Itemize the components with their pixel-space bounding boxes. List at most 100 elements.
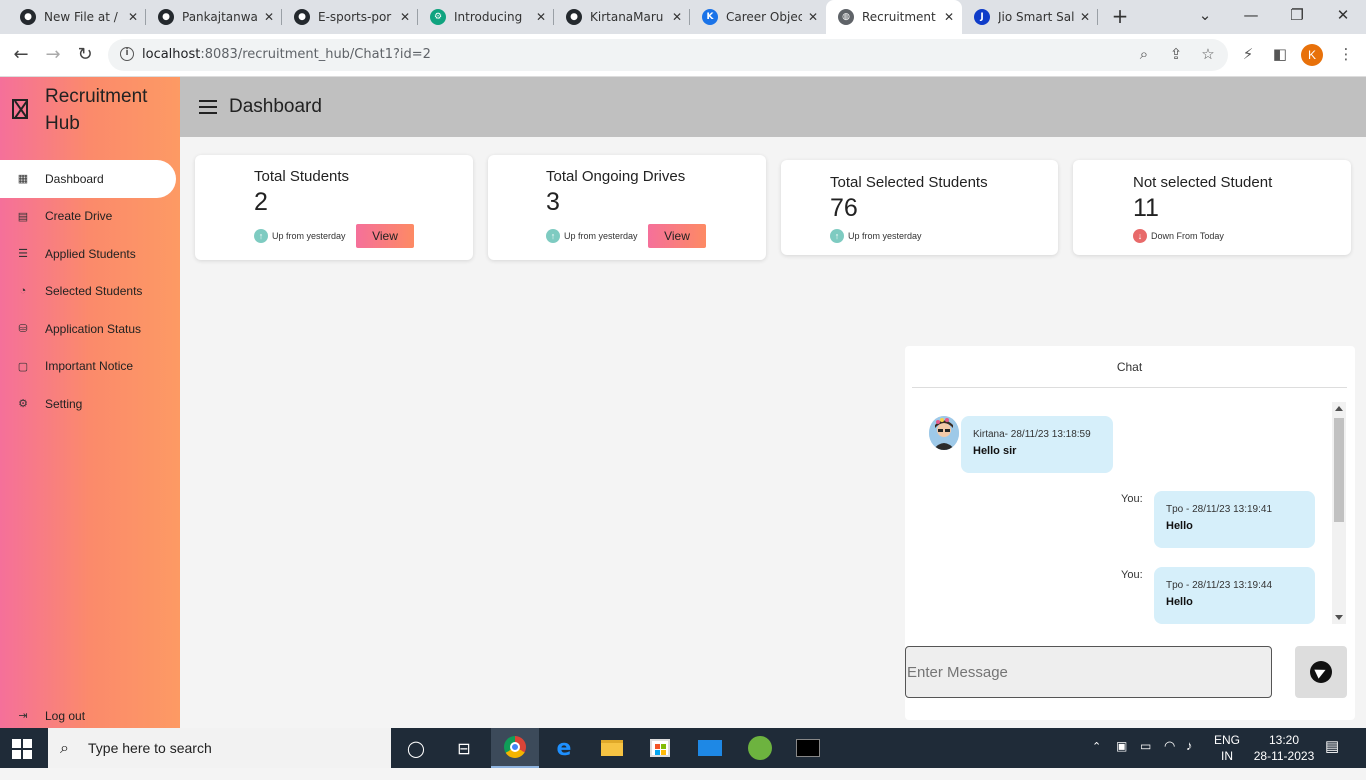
view-drives-button[interactable]: View [648, 224, 706, 248]
chrome-icon[interactable] [491, 728, 539, 768]
browser-tab-1[interactable]: ● New File at / ✕ [8, 0, 146, 34]
forward-icon[interactable]: → [40, 42, 66, 68]
clock[interactable]: 13:20 28-11-2023 [1248, 732, 1320, 772]
browser-tab-4[interactable]: ⚙ Introducing ✕ [418, 0, 554, 34]
scroll-down-icon[interactable] [1335, 615, 1343, 620]
tray-chevron-icon[interactable]: ⌃ [1092, 740, 1101, 780]
hamburger-menu-icon[interactable] [199, 100, 217, 114]
card-value: 3 [546, 188, 560, 216]
card-trend: ↑ Up from yesterday [254, 229, 346, 243]
tab-title: Jio Smart Sal [998, 10, 1074, 24]
sidebar-item-dashboard[interactable]: ▦ Dashboard [0, 160, 176, 198]
extensions-icon[interactable]: ⚡ [1237, 43, 1259, 65]
chat-scrollbar[interactable] [1332, 402, 1346, 624]
github-icon: ● [158, 9, 174, 25]
browser-tab-8[interactable]: J Jio Smart Sal ✕ [962, 0, 1098, 34]
scrollbar-thumb[interactable] [1334, 418, 1344, 522]
sidebar-nav: ▦ Dashboard ▤ Create Drive ☰ Applied Studen… [0, 160, 180, 423]
close-icon[interactable]: ✕ [672, 10, 682, 24]
windows-taskbar: ⌕ Type here to search ◯ ⊟ e ⌃ ▣ ▭ ◠ ♪ EN… [0, 728, 1366, 768]
card-title: Total Ongoing Drives [546, 168, 686, 185]
notifications-icon[interactable]: ▤ [1325, 737, 1339, 777]
tray-app-icon[interactable]: ▣ [1116, 739, 1127, 779]
list-icon: ☰ [18, 248, 28, 261]
sidebar: Recruitment Hub ▦ Dashboard ▤ Create Drive … [0, 77, 180, 728]
close-icon[interactable]: ✕ [536, 10, 546, 24]
share-icon[interactable]: ⇪ [1165, 43, 1187, 65]
database-icon: ⛁ [18, 323, 28, 336]
close-icon[interactable]: ✕ [944, 10, 954, 24]
trend-text: Down From Today [1151, 231, 1224, 241]
close-icon[interactable]: ✕ [128, 10, 138, 24]
sidebar-item-applied-students[interactable]: ☰ Applied Students [0, 235, 180, 273]
trend-text: Up from yesterday [272, 231, 346, 241]
sidebar-item-label: Important Notice [45, 359, 134, 374]
back-icon[interactable]: ← [8, 42, 34, 68]
arrow-up-icon: ↑ [546, 229, 560, 243]
task-view-icon[interactable]: ⊟ [440, 728, 488, 768]
grid-icon: ▦ [17, 173, 29, 186]
minimize-button[interactable]: — [1228, 0, 1274, 32]
sidebar-item-selected-students[interactable]: ◔ Selected Students [0, 273, 180, 311]
spring-icon[interactable] [736, 728, 784, 768]
site-info-icon[interactable]: i [120, 47, 134, 61]
url-text[interactable]: localhost:8083/recruitment_hub/Chat1?id=… [142, 47, 431, 62]
browser-tab-3[interactable]: ● E-sports-por ✕ [282, 0, 418, 34]
windows-start-icon[interactable] [12, 739, 32, 759]
tab-title: KirtanaMaru [590, 10, 664, 24]
logout-icon: ⇥ [18, 710, 28, 723]
message-input[interactable] [905, 646, 1272, 698]
new-tab-button[interactable]: + [1108, 5, 1132, 29]
chat-header: Chat [912, 346, 1347, 388]
tab-title: Recruitment [862, 10, 936, 24]
card-value: 76 [830, 194, 858, 222]
tab-search-icon[interactable]: ⌄ [1182, 0, 1228, 32]
search-placeholder: Type here to search [88, 740, 212, 756]
browser-tab-2[interactable]: ● Pankajtanwar ✕ [146, 0, 282, 34]
tab-title: E-sports-por [318, 10, 392, 24]
edge-icon[interactable]: e [540, 728, 588, 768]
window-close-button[interactable]: ✕ [1320, 0, 1366, 32]
sidebar-item-setting[interactable]: ⚙ Setting [0, 385, 180, 423]
cortana-icon[interactable]: ◯ [392, 728, 440, 768]
view-students-button[interactable]: View [356, 224, 414, 248]
file-explorer-icon[interactable] [588, 728, 636, 768]
logo-icon [12, 99, 28, 119]
terminal-icon[interactable] [784, 728, 832, 768]
side-panel-icon[interactable]: ◧ [1269, 43, 1291, 65]
brand: Recruitment Hub [12, 81, 180, 137]
browser-tab-6[interactable]: K Career Objec ✕ [690, 0, 826, 34]
send-button[interactable] [1295, 646, 1347, 698]
battery-icon[interactable]: ▭ [1140, 739, 1151, 779]
chat-panel: Chat Kirtana- 28/11/23 13:18:59 Hello si… [905, 346, 1355, 720]
taskbar-search[interactable]: ⌕ Type here to search [48, 728, 391, 768]
browser-tab-active[interactable]: ◍ Recruitment ✕ [826, 0, 962, 34]
sidebar-item-important-notice[interactable]: ▢ Important Notice [0, 348, 180, 386]
reload-icon[interactable]: ↻ [72, 42, 98, 68]
volume-icon[interactable]: ♪ [1186, 738, 1193, 778]
store-icon[interactable] [636, 728, 684, 768]
close-icon[interactable]: ✕ [400, 10, 410, 24]
card-title: Not selected Student [1133, 174, 1273, 191]
mail-icon[interactable] [686, 728, 734, 768]
close-icon[interactable]: ✕ [808, 10, 818, 24]
close-icon[interactable]: ✕ [264, 10, 274, 24]
maximize-button[interactable]: ❐ [1274, 0, 1320, 32]
bookmark-star-icon[interactable]: ☆ [1197, 43, 1219, 65]
profile-avatar[interactable]: K [1301, 44, 1323, 66]
sidebar-item-application-status[interactable]: ⛁ Application Status [0, 310, 180, 348]
language-indicator[interactable]: ENG IN [1212, 732, 1242, 772]
wifi-icon[interactable]: ◠ [1164, 738, 1175, 778]
stat-card-selected-students: Total Selected Students 76 ↑ Up from yest… [781, 160, 1058, 255]
region-code: IN [1221, 749, 1233, 763]
card-title: Total Selected Students [830, 174, 988, 191]
close-icon[interactable]: ✕ [1080, 10, 1090, 24]
sidebar-item-label: Setting [45, 396, 83, 411]
address-bar[interactable]: i localhost:8083/recruitment_hub/Chat1?i… [108, 39, 1228, 71]
chatgpt-icon: ⚙ [430, 9, 446, 25]
browser-tab-5[interactable]: ● KirtanaMaru ✕ [554, 0, 690, 34]
sidebar-item-create-drive[interactable]: ▤ Create Drive [0, 198, 180, 236]
zoom-icon[interactable]: ⌕ [1133, 43, 1155, 65]
scroll-up-icon[interactable] [1335, 406, 1343, 411]
menu-kebab-icon[interactable]: ⋮ [1335, 43, 1357, 65]
